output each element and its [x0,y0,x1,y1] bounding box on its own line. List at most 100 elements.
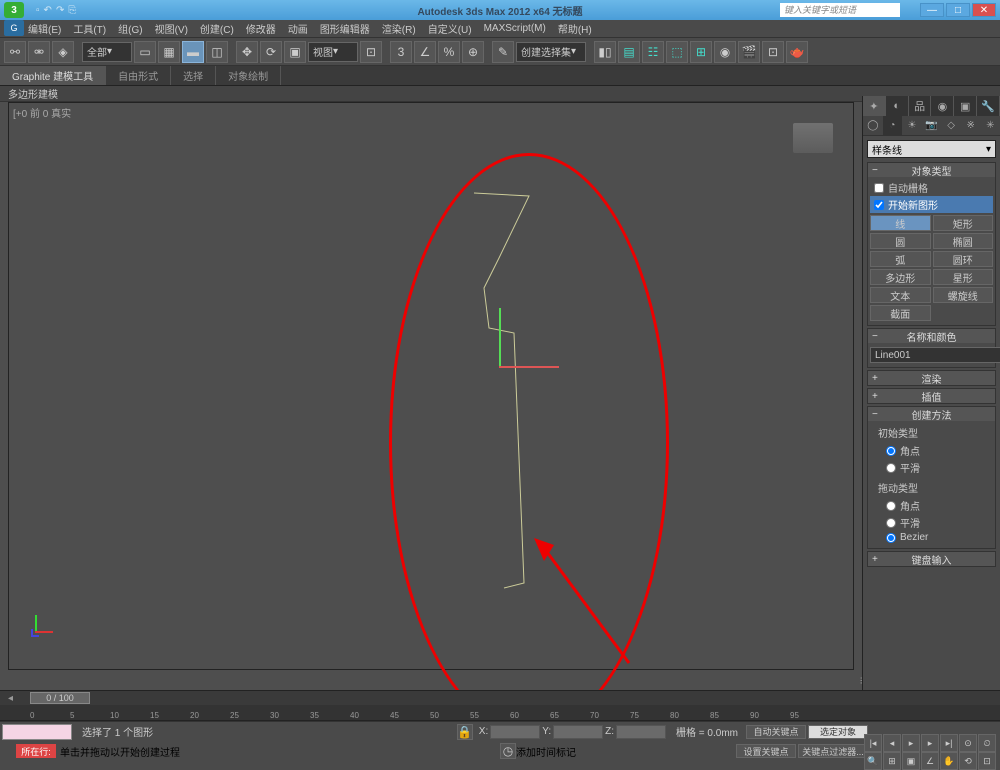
motion-tab-icon[interactable]: ◉ [931,96,954,116]
next-frame-icon[interactable]: ▸ [921,734,939,752]
maximize-viewport-icon[interactable]: ⊡ [978,752,996,770]
timetag-icon[interactable]: ◷ [500,743,516,759]
time-slider[interactable]: ◂ 0 / 100 [0,691,1000,705]
initial-smooth-radio[interactable] [886,463,896,473]
align-icon[interactable]: ▤ [618,41,640,63]
keyfilter-button[interactable]: 关键点过滤器... [798,744,868,758]
render-setup-icon[interactable]: 🎬 [738,41,760,63]
selset-dropdown[interactable]: 选定对象 [808,725,868,739]
autogrid-checkbox[interactable] [874,183,884,193]
qat-icon[interactable]: ⎘ [68,5,76,16]
time-slider-thumb[interactable]: 0 / 100 [30,692,90,704]
mirror-icon[interactable]: ▮▯ [594,41,616,63]
ribbon-tab-selection[interactable]: 选择 [171,66,216,85]
app-logo-icon[interactable]: 3 [4,2,24,18]
qat-icon[interactable]: ↷ [56,5,64,16]
display-tab-icon[interactable]: ▣ [954,96,977,116]
rollout-interp[interactable]: +插值 [868,389,995,403]
systems-subtab-icon[interactable]: ✳ [980,116,1000,135]
selection-lock-icon[interactable]: ✎ [492,41,514,63]
x-coord-input[interactable] [490,725,540,739]
section-button[interactable]: 截面 [870,305,931,321]
modify-tab-icon[interactable]: ◐ [886,96,909,116]
help-search-input[interactable]: 键入关键字或短语 [780,3,900,17]
menu-group[interactable]: 组(G) [118,21,142,36]
bind-icon[interactable]: ◈ [52,41,74,63]
menu-customize[interactable]: 自定义(U) [428,21,472,36]
scale-icon[interactable]: ▣ [284,41,306,63]
menu-modifiers[interactable]: 修改器 [246,21,276,36]
menu-create[interactable]: 创建(C) [200,21,234,36]
goto-end-icon[interactable]: ▸| [940,734,958,752]
ribbon-tab-graphite[interactable]: Graphite 建模工具 [0,66,106,85]
drag-bezier-radio[interactable] [886,533,896,543]
ribbon-tab-freeform[interactable]: 自由形式 [106,66,171,85]
rollout-render[interactable]: +渲染 [868,371,995,385]
zoom-icon[interactable]: 🔍 [864,752,882,770]
named-sel-dropdown[interactable]: 创建选择集 ▾ [516,42,586,62]
window-crossing-icon[interactable]: ◫ [206,41,228,63]
qat-icon[interactable]: ↶ [44,5,52,16]
close-button[interactable]: ✕ [972,3,996,17]
z-coord-input[interactable] [616,725,666,739]
helpers-subtab-icon[interactable]: ◇ [941,116,961,135]
drag-smooth-radio[interactable] [886,518,896,528]
viewport-label[interactable]: [+0 前 0 真实 [13,105,71,120]
helix-button[interactable]: 螺旋线 [933,287,994,303]
menu-animation[interactable]: 动画 [288,21,308,36]
menu-edit[interactable]: 编辑(E) [28,21,61,36]
schematic-icon[interactable]: ⊞ [690,41,712,63]
zoom-extents-icon[interactable]: ▣ [902,752,920,770]
create-tab-icon[interactable]: ✦ [863,96,886,116]
utilities-tab-icon[interactable]: 🔧 [977,96,1000,116]
startnew-checkbox[interactable] [874,200,884,210]
text-button[interactable]: 文本 [870,287,931,303]
drag-corner-radio[interactable] [886,501,896,511]
rollout-name-color[interactable]: −名称和颜色 [868,329,995,343]
rotate-icon[interactable]: ⟳ [260,41,282,63]
select-region-icon[interactable]: ▬ [182,41,204,63]
spacewarps-subtab-icon[interactable]: ※ [961,116,981,135]
setkey-button[interactable]: 设置关键点 [736,744,796,758]
select-name-icon[interactable]: ▦ [158,41,180,63]
ngon-button[interactable]: 多边形 [870,269,931,285]
rollout-object-type[interactable]: −对象类型 [868,163,995,177]
star-button[interactable]: 星形 [933,269,994,285]
qat-icon[interactable]: ▫ [36,5,40,16]
menu-maxscript[interactable]: MAXScript(M) [484,23,546,34]
category-dropdown[interactable]: 样条线▾ [867,140,996,158]
initial-corner-radio[interactable] [886,446,896,456]
angle-snap-icon[interactable]: ∠ [414,41,436,63]
link-icon[interactable]: ⚯ [4,41,26,63]
rollout-create-method[interactable]: −创建方法 [868,407,995,421]
arc-button[interactable]: 弧 [870,251,931,267]
select-icon[interactable]: ▭ [134,41,156,63]
y-coord-input[interactable] [553,725,603,739]
pivot-icon[interactable]: ⊡ [360,41,382,63]
lock-icon[interactable]: 🔒 [457,724,473,740]
percent-snap-icon[interactable]: % [438,41,460,63]
line-button[interactable]: 线 [870,215,931,231]
snap-toggle-icon[interactable]: 3 [390,41,412,63]
spinner-snap-icon[interactable]: ⊕ [462,41,484,63]
geometry-subtab-icon[interactable]: ◯ [863,116,883,135]
script-listener[interactable] [2,724,72,740]
rollout-keyboard[interactable]: +键盘输入 [868,552,995,566]
curve-editor-icon[interactable]: ⬚ [666,41,688,63]
circle-button[interactable]: 圆 [870,233,931,249]
quick-render-icon[interactable]: 🫖 [786,41,808,63]
autokey-button[interactable]: 自动关键点 [746,725,806,739]
rectangle-button[interactable]: 矩形 [933,215,994,231]
unlink-icon[interactable]: ⚮ [28,41,50,63]
donut-button[interactable]: 圆环 [933,251,994,267]
lights-subtab-icon[interactable]: ☀ [902,116,922,135]
object-name-input[interactable] [870,347,1000,363]
time-ruler[interactable]: 05101520253035404550556065707580859095 [0,705,1000,721]
menu-rendering[interactable]: 渲染(R) [382,21,416,36]
time-config-icon[interactable]: ⏲ [978,734,996,752]
fov-icon[interactable]: ∠ [921,752,939,770]
menu-grapheditors[interactable]: 图形编辑器 [320,21,370,36]
menu-help[interactable]: 帮助(H) [558,21,592,36]
goto-start-icon[interactable]: |◂ [864,734,882,752]
menu-views[interactable]: 视图(V) [155,21,188,36]
